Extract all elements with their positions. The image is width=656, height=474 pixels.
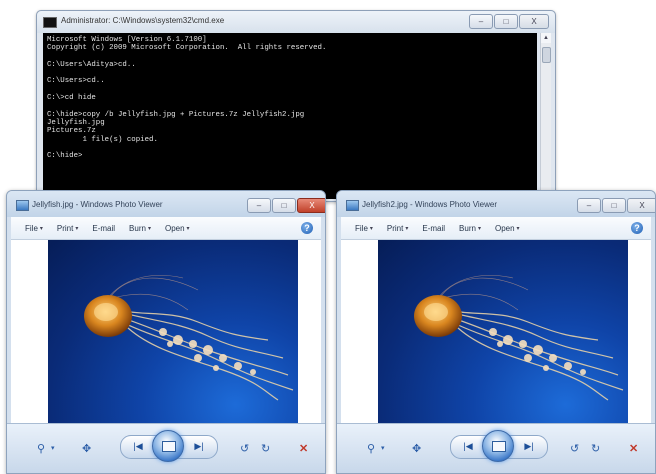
pv-toolbar: ⚲ ▾ ✥ |◀ ▶| ↺ ↻ ✕ [337, 423, 655, 473]
cmd-output-line: C:\hide>copy /b Jellyfish.jpg + Pictures… [47, 110, 305, 119]
menu-email[interactable]: E-mail [92, 224, 115, 233]
zoom-icon[interactable]: ⚲ [37, 440, 45, 456]
chevron-down-icon: ▾ [405, 225, 409, 232]
pv-menubar: File ▾ Print ▾ E-mail Burn ▾ Open ▾ ? [11, 217, 321, 240]
help-icon[interactable]: ? [301, 222, 313, 234]
cmd-window: Administrator: C:\Windows\system32\cmd.e… [36, 10, 556, 202]
cmd-minimize-button[interactable]: – [469, 14, 493, 29]
rotate-cw-icon[interactable]: ↻ [591, 440, 600, 456]
chevron-down-icon: ▾ [186, 225, 190, 232]
cmd-app-icon [43, 17, 57, 28]
jellyfish-photo [378, 240, 628, 423]
pv-canvas [341, 240, 651, 423]
chevron-down-icon: ▾ [147, 225, 151, 232]
menu-email[interactable]: E-mail [422, 224, 445, 233]
menu-open[interactable]: Open ▾ [165, 224, 190, 233]
pv-window-title: Jellyfish.jpg - Windows Photo Viewer [32, 200, 163, 209]
zoom-caret-icon[interactable]: ▾ [51, 440, 55, 456]
chevron-down-icon: ▾ [516, 225, 520, 232]
pv-close-button[interactable]: X [627, 198, 655, 213]
chevron-down-icon: ▾ [369, 225, 373, 232]
pv-maximize-button[interactable]: □ [272, 198, 296, 213]
cmd-output-line: Copyright (c) 2009 Microsoft Corporation… [47, 44, 327, 53]
pv-menubar: File ▾ Print ▾ E-mail Burn ▾ Open ▾ ? [341, 217, 651, 240]
previous-button[interactable]: |◀ [129, 439, 147, 453]
pv-titlebar[interactable]: Jellyfish2.jpg - Windows Photo Viewer – … [337, 191, 655, 217]
menu-open[interactable]: Open ▾ [495, 224, 520, 233]
cmd-output-line [47, 53, 533, 61]
menu-file[interactable]: File ▾ [355, 224, 373, 233]
cmd-scrollbar[interactable]: ▲ [540, 33, 551, 199]
cmd-window-title: Administrator: C:\Windows\system32\cmd.e… [61, 16, 225, 25]
rotate-ccw-icon[interactable]: ↺ [570, 440, 579, 456]
pv-toolbar: ⚲ ▾ ✥ |◀ ▶| ↺ ↻ ✕ [7, 423, 325, 473]
slideshow-button[interactable] [482, 430, 514, 462]
delete-icon[interactable]: ✕ [299, 440, 308, 456]
photo-viewer-window-right: Jellyfish2.jpg - Windows Photo Viewer – … [336, 190, 656, 474]
slideshow-button[interactable] [152, 430, 184, 462]
rotate-ccw-icon[interactable]: ↺ [240, 440, 249, 456]
menu-burn[interactable]: Burn ▾ [459, 224, 481, 233]
cmd-output-line: C:\Users\Aditya>cd.. [47, 60, 136, 69]
photo-viewer-window-left: Jellyfish.jpg - Windows Photo Viewer – □… [6, 190, 326, 474]
scroll-thumb[interactable] [542, 47, 551, 63]
cmd-close-button[interactable]: X [519, 14, 549, 29]
cmd-output-line: Pictures.7z [47, 127, 96, 136]
menu-file[interactable]: File ▾ [25, 224, 43, 233]
pv-titlebar[interactable]: Jellyfish.jpg - Windows Photo Viewer – □… [7, 191, 325, 217]
delete-icon[interactable]: ✕ [629, 440, 638, 456]
pv-window-title: Jellyfish2.jpg - Windows Photo Viewer [362, 200, 498, 209]
chevron-down-icon: ▾ [477, 225, 481, 232]
photo-viewer-app-icon [346, 200, 359, 211]
pv-minimize-button[interactable]: – [577, 198, 601, 213]
rotate-cw-icon[interactable]: ↻ [261, 440, 270, 456]
help-icon[interactable]: ? [631, 222, 643, 234]
cmd-output-line: Microsoft Windows [Version 6.1.7100] [47, 36, 207, 44]
actual-size-icon[interactable]: ✥ [82, 440, 91, 456]
pv-minimize-button[interactable]: – [247, 198, 271, 213]
next-button[interactable]: ▶| [190, 439, 208, 453]
cmd-output-line: C:\Users>cd.. [47, 77, 105, 86]
pv-maximize-button[interactable]: □ [602, 198, 626, 213]
cmd-output-line: 1 file(s) copied. [47, 135, 158, 144]
menu-burn[interactable]: Burn ▾ [129, 224, 151, 233]
slideshow-icon [492, 441, 506, 452]
pv-close-button[interactable]: X [297, 198, 325, 213]
next-button[interactable]: ▶| [520, 439, 538, 453]
previous-button[interactable]: |◀ [459, 439, 477, 453]
photo-viewer-app-icon [16, 200, 29, 211]
cmd-output-line [47, 144, 533, 152]
cmd-console[interactable]: Microsoft Windows [Version 6.1.7100] Copy… [43, 33, 537, 199]
zoom-caret-icon[interactable]: ▾ [381, 440, 385, 456]
cmd-output-line: C:\hide> [47, 152, 83, 161]
cmd-titlebar[interactable]: Administrator: C:\Windows\system32\cmd.e… [37, 11, 555, 33]
cmd-output-line [47, 86, 533, 94]
cmd-output-line [47, 102, 533, 110]
chevron-down-icon: ▾ [75, 225, 79, 232]
cmd-output-line: C:\>cd hide [47, 94, 96, 103]
cmd-output-line [47, 69, 533, 77]
cmd-maximize-button[interactable]: □ [494, 14, 518, 29]
actual-size-icon[interactable]: ✥ [412, 440, 421, 456]
chevron-down-icon: ▾ [39, 225, 43, 232]
menu-print[interactable]: Print ▾ [57, 224, 78, 233]
jellyfish-icon [84, 275, 294, 401]
jellyfish-icon [414, 275, 624, 401]
scroll-up-icon[interactable]: ▲ [541, 33, 551, 43]
menu-print[interactable]: Print ▾ [387, 224, 408, 233]
cmd-output-line: Jellyfish.jpg [47, 118, 105, 127]
pv-canvas [11, 240, 321, 423]
zoom-icon[interactable]: ⚲ [367, 440, 375, 456]
slideshow-icon [162, 441, 176, 452]
jellyfish-photo [48, 240, 298, 423]
